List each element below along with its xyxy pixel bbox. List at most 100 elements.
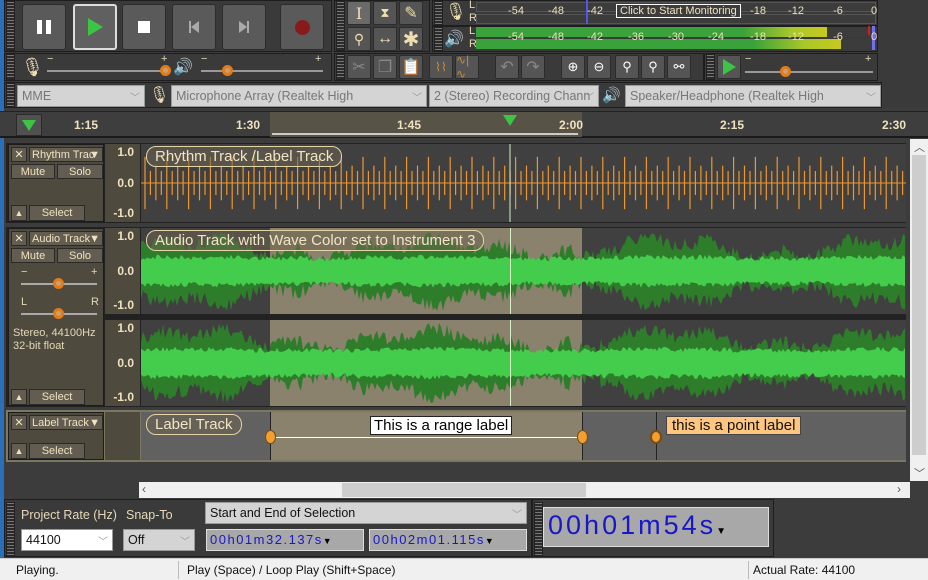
playback-meter[interactable]: -54 -48 -42 -36 -30 -24 -18 -12 -6 0 [476, 26, 877, 50]
cut-button[interactable]: ✂ [347, 55, 371, 79]
status-actual-rate: Actual Rate: 44100 [753, 563, 856, 577]
track-name-overlay: Label Track [146, 414, 242, 435]
collapse-track-button[interactable]: ▲ [11, 443, 27, 459]
horizontal-scroll-thumb[interactable] [342, 483, 586, 497]
playback-volume-thumb[interactable] [222, 65, 233, 76]
scroll-left-icon[interactable]: ‹ [142, 482, 146, 496]
play-position-indicator[interactable] [503, 115, 517, 126]
record-meter[interactable]: -54 -48 -42 -18 -12 -6 0 Click to Start … [476, 0, 877, 24]
range-label-text[interactable]: This is a range label [370, 416, 513, 435]
pan-slider-thumb[interactable] [53, 308, 64, 319]
pan-left-label: L [21, 296, 28, 308]
selection-end-time[interactable]: 00h02m01.115s▼ [369, 529, 527, 551]
record-volume-thumb[interactable] [160, 65, 171, 76]
mute-button[interactable]: Mute [11, 164, 55, 179]
horizontal-scrollbar[interactable]: ‹ › [139, 482, 910, 498]
time-shift-tool-button[interactable]: ↔ [373, 27, 397, 51]
timeline-label: 1:15 [73, 118, 99, 132]
double-arrow-icon: ↔ [377, 30, 393, 47]
stop-button[interactable] [122, 4, 166, 50]
pinned-play-head-button[interactable] [16, 114, 42, 136]
timeline-label: 2:30 [881, 118, 907, 132]
collapse-track-button[interactable]: ▲ [11, 389, 27, 405]
rhythm-waveform[interactable]: Rhythm Track /Label Track [141, 144, 906, 222]
timeline-ruler[interactable]: 1:15 1:30 1:45 2:00 2:15 2:30 [0, 111, 928, 138]
point-label-handle[interactable] [650, 430, 662, 444]
range-label-start-handle[interactable] [265, 430, 276, 444]
pause-button[interactable] [22, 4, 66, 50]
track-control-panel: ✕ Label Track ▼ ▲ Select [8, 412, 104, 460]
scroll-down-icon[interactable]: ﹀ [914, 465, 925, 481]
envelope-tool-button[interactable]: ⧗ [373, 1, 397, 25]
multi-tool-button[interactable]: ✱ [399, 27, 423, 51]
scroll-right-icon[interactable]: › [897, 482, 901, 496]
trim-button[interactable]: ⌇⌇ [429, 55, 453, 79]
solo-button[interactable]: Solo [57, 248, 103, 263]
selection-tool-button[interactable]: I [347, 1, 371, 25]
draw-tool-button[interactable]: ✎ [399, 1, 423, 25]
recording-channels-select[interactable]: 2 (Stereo) Recording Chann ﹀ [429, 85, 599, 107]
audio-host-select[interactable]: MME ﹀ [17, 85, 145, 107]
speed-slider-thumb[interactable] [780, 66, 791, 77]
skip-to-start-button[interactable] [172, 4, 216, 50]
select-track-button[interactable]: Select [29, 205, 85, 221]
range-label-end-handle[interactable] [577, 430, 588, 444]
device-toolbar: MME ﹀ 🎙 Microphone Array (Realtek High ﹀ 2… [4, 82, 882, 108]
stop-icon [138, 21, 150, 33]
track-menu-button[interactable]: Label Track ▼ [29, 415, 103, 430]
time-format-dropdown-icon: ▼ [716, 526, 730, 537]
point-label-text[interactable]: this is a point label [666, 416, 802, 435]
playback-volume-slider[interactable] [201, 70, 323, 72]
zoom-toggle-icon: ⚯ [673, 59, 685, 74]
recording-device-mic-icon: 🎙 [149, 87, 170, 104]
vertical-scroll-thumb[interactable] [912, 155, 926, 455]
select-track-button[interactable]: Select [29, 443, 85, 459]
snap-to-select[interactable]: Off ﹀ [123, 529, 195, 551]
record-meter-mic-icon[interactable]: 🎙 [445, 2, 467, 22]
microphone-icon: 🎙 [21, 57, 44, 77]
collapse-track-button[interactable]: ▲ [11, 205, 27, 221]
close-track-button[interactable]: ✕ [11, 147, 27, 162]
project-rate-select[interactable]: 44100 ﹀ [21, 529, 113, 551]
redo-button[interactable]: ↷ [521, 55, 545, 79]
label-area[interactable]: Label Track This is a range label this i… [141, 412, 906, 460]
zoom-in-button[interactable]: ⊕ [561, 55, 585, 79]
select-track-button[interactable]: Select [29, 389, 85, 405]
skip-to-end-button[interactable] [222, 4, 266, 50]
recording-device-select[interactable]: Microphone Array (Realtek High ﹀ [171, 85, 427, 107]
speed-slider[interactable] [745, 71, 873, 73]
fit-selection-button[interactable]: ⚲ [615, 55, 639, 79]
timeline-label: 1:45 [396, 118, 422, 132]
fit-project-button[interactable]: ⚲ [641, 55, 665, 79]
record-button[interactable] [280, 4, 324, 50]
tools-toolbar: I ⧗ ✎ ⚲ ↔ ✱ [334, 0, 430, 52]
gain-slider-thumb[interactable] [53, 278, 64, 289]
transport-toolbar [4, 0, 332, 52]
undo-button[interactable]: ↶ [495, 55, 519, 79]
close-track-button[interactable]: ✕ [11, 415, 27, 430]
playback-meter-speaker-icon[interactable]: 🔊 [444, 29, 464, 49]
silence-button[interactable]: ∿|∿ [455, 53, 479, 81]
start-monitoring-prompt[interactable]: Click to Start Monitoring [616, 4, 741, 18]
copy-button[interactable]: ❐ [373, 55, 397, 79]
close-track-button[interactable]: ✕ [11, 231, 27, 246]
zoom-out-button[interactable]: ⊖ [587, 55, 611, 79]
zoom-tool-button[interactable]: ⚲ [347, 27, 371, 51]
play-at-speed-button[interactable] [717, 55, 741, 79]
audio-waveform-right[interactable] [141, 320, 906, 406]
play-button[interactable] [73, 4, 117, 50]
audio-position-display[interactable]: 00h01m54s▼ [543, 507, 769, 547]
track-menu-button[interactable]: Rhythm Trac ▼ [29, 147, 103, 162]
vertical-scrollbar[interactable]: ︿ ﹀ [910, 139, 928, 481]
playback-device-select[interactable]: Speaker/Headphone (Realtek High ﹀ [625, 85, 881, 107]
scroll-up-icon[interactable]: ︿ [914, 139, 925, 155]
track-menu-button[interactable]: Audio Track ▼ [29, 231, 103, 246]
record-volume-slider[interactable] [47, 70, 169, 72]
selection-mode-select[interactable]: Start and End of Selection ﹀ [205, 502, 527, 524]
mute-button[interactable]: Mute [11, 248, 55, 263]
audio-waveform-left[interactable]: Audio Track with Wave Color set to Instr… [141, 228, 906, 314]
paste-button[interactable]: 📋 [399, 55, 423, 79]
zoom-toggle-button[interactable]: ⚯ [667, 55, 691, 79]
selection-start-time[interactable]: 00h01m32.137s▼ [206, 529, 364, 551]
solo-button[interactable]: Solo [57, 164, 103, 179]
